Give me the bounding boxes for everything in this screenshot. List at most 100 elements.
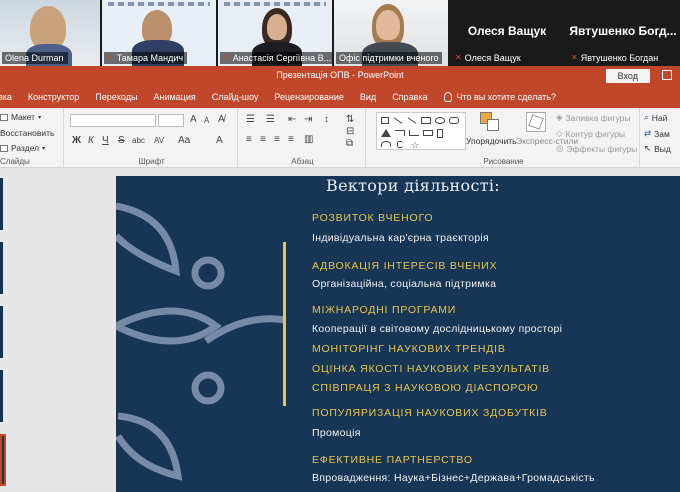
shape-outline-button[interactable]: ◇ Контур фигуры bbox=[556, 128, 625, 139]
shape-effects-button[interactable]: ◎ Эффекты фигуры bbox=[556, 143, 637, 154]
change-case-button[interactable]: Aa bbox=[178, 135, 190, 146]
quick-styles-icon[interactable] bbox=[526, 112, 546, 132]
video-strip: Olena Durman ✕ Тамара Мандич ✕ Анастасія С… bbox=[0, 0, 680, 66]
oval-shape-icon[interactable] bbox=[435, 117, 445, 124]
brace-shape-icon[interactable] bbox=[397, 141, 403, 148]
slide-thumbnail[interactable] bbox=[0, 306, 3, 358]
bullets-icon[interactable]: ☰ bbox=[246, 114, 255, 125]
video-tile-tamara[interactable]: ✕ Тамара Мандич bbox=[102, 0, 216, 66]
find-button[interactable]: ⌕ Най bbox=[644, 112, 667, 123]
justify-icon[interactable]: ≡ bbox=[288, 134, 294, 145]
participant-display-name: Явтушенко Богд... bbox=[569, 24, 677, 38]
tell-me-search[interactable]: Что вы хотите сделать? bbox=[436, 92, 556, 102]
indent-decrease-icon[interactable]: ⇤ bbox=[288, 114, 296, 125]
item-heading: АДВОКАЦІЯ ІНТЕРЕСІВ ВЧЕНИХ bbox=[312, 260, 498, 272]
font-size-input[interactable] bbox=[158, 114, 184, 127]
video-tile-yavtushenko[interactable]: Явтушенко Богд... ✕ Явтушенко Богдан bbox=[566, 0, 680, 66]
participant-name-tag: Офіс підтримки вченого bbox=[336, 52, 443, 64]
item-heading: ПОПУЛЯРИЗАЦІЯ НАУКОВИХ ЗДОБУТКІВ bbox=[312, 407, 548, 419]
select-button[interactable]: ↖ Выд bbox=[644, 143, 671, 154]
mic-off-icon: ✕ bbox=[455, 53, 462, 62]
align-right-icon[interactable]: ≡ bbox=[274, 134, 280, 145]
connector-shape-icon[interactable] bbox=[395, 130, 405, 136]
line-spacing-icon[interactable]: ↕ bbox=[324, 114, 329, 125]
italic-button[interactable]: К bbox=[88, 135, 94, 146]
star-shape-icon[interactable]: ☆ bbox=[411, 140, 419, 151]
editing-group: ⌕ Най ⇄ Зам ↖ Выд bbox=[642, 108, 680, 168]
triangle-shape-icon[interactable] bbox=[381, 129, 391, 137]
align-center-icon[interactable]: ≡ bbox=[260, 134, 266, 145]
leaf-ornament bbox=[116, 202, 286, 481]
font-name-input[interactable] bbox=[70, 114, 156, 127]
columns-icon[interactable]: ▥ bbox=[304, 134, 313, 145]
participant-name-tag: ✕ Олеся Ващук bbox=[455, 53, 521, 63]
clear-format-icon[interactable]: A̸ bbox=[218, 114, 225, 125]
arrange-button[interactable]: Упорядочить bbox=[466, 136, 517, 146]
indent-increase-icon[interactable]: ⇥ bbox=[304, 114, 312, 125]
shapes-gallery[interactable]: ☆ bbox=[376, 112, 466, 150]
lightbulb-icon bbox=[443, 92, 452, 102]
shrink-font-button[interactable]: A bbox=[204, 116, 209, 125]
rectangle-shape-icon[interactable] bbox=[421, 117, 431, 124]
text-direction-icon[interactable]: ⇅ bbox=[346, 114, 354, 125]
rounded-rect-shape-icon[interactable] bbox=[449, 117, 459, 124]
arrange-icon[interactable] bbox=[480, 112, 500, 132]
font-color-button[interactable]: A bbox=[216, 135, 223, 146]
slide[interactable]: Вектори діяльності: РОЗВИТОК ВЧЕНОГО Інд… bbox=[116, 176, 680, 492]
video-tile-anastasia[interactable]: ✕ Анастасія Сергіївна В... bbox=[218, 0, 332, 66]
underline-button[interactable]: Ч bbox=[102, 135, 109, 146]
tab-animations[interactable]: Анимация bbox=[145, 86, 203, 108]
tab-review[interactable]: Рецензирование bbox=[266, 86, 352, 108]
title-bar: Презентація ОПВ - PowerPoint Вход bbox=[0, 66, 680, 86]
replace-button[interactable]: ⇄ Зам bbox=[644, 128, 670, 139]
participant-name-tag: ✕ Тамара Мандич bbox=[104, 52, 188, 64]
slide-thumbnail[interactable] bbox=[0, 370, 3, 422]
dropdown-arrow-icon: ▾ bbox=[38, 114, 42, 121]
item-heading: РОЗВИТОК ВЧЕНОГО bbox=[312, 212, 434, 224]
align-left-icon[interactable]: ≡ bbox=[246, 134, 252, 145]
video-tile-olesia[interactable]: Олеся Ващук ✕ Олеся Ващук bbox=[450, 0, 564, 66]
slide-thumbnail-pane bbox=[0, 168, 34, 492]
char-spacing-button[interactable]: AV bbox=[154, 136, 164, 145]
group-label: Слайды bbox=[0, 157, 30, 166]
tab-view[interactable]: Вид bbox=[352, 86, 384, 108]
bold-button[interactable]: Ж bbox=[72, 135, 81, 146]
tab-design[interactable]: Конструктор bbox=[20, 86, 87, 108]
replace-icon: ⇄ bbox=[644, 128, 652, 138]
font-group: A A A̸ Ж К Ч S abc AV Aa A Шрифт bbox=[66, 108, 238, 168]
line-shape-icon[interactable] bbox=[393, 117, 403, 124]
numbering-icon[interactable]: ☰ bbox=[266, 114, 275, 125]
grow-font-button[interactable]: A bbox=[190, 114, 197, 125]
strikethrough-button[interactable]: S bbox=[118, 135, 125, 146]
cursor-icon: ↖ bbox=[644, 143, 652, 153]
section-button[interactable]: Раздел ▾ bbox=[0, 143, 45, 153]
curve-shape-icon[interactable] bbox=[381, 141, 391, 147]
slide-thumbnail[interactable] bbox=[0, 178, 3, 230]
signin-button[interactable]: Вход bbox=[605, 69, 650, 83]
video-tile-olena[interactable]: Olena Durman bbox=[0, 0, 100, 66]
group-label: Рисование bbox=[483, 157, 524, 166]
mic-off-icon: ✕ bbox=[107, 53, 114, 62]
arrow-right-shape-icon[interactable] bbox=[423, 130, 433, 136]
shadow-button[interactable]: abc bbox=[132, 136, 145, 145]
shape-fill-button[interactable]: ◈ Заливка фигуры bbox=[556, 112, 630, 123]
elbow-shape-icon[interactable] bbox=[409, 130, 419, 136]
slide-thumbnail-selected[interactable] bbox=[0, 434, 6, 486]
restore-window-icon[interactable] bbox=[662, 70, 672, 80]
tab-transitions[interactable]: Переходы bbox=[87, 86, 145, 108]
video-tile-office[interactable]: Офіс підтримки вченого bbox=[334, 0, 448, 66]
tab-help[interactable]: Справка bbox=[384, 86, 435, 108]
item-heading: ОЦІНКА ЯКОСТІ НАУКОВИХ РЕЗУЛЬТАТІВ bbox=[312, 363, 550, 375]
layout-button[interactable]: Макет ▾ bbox=[0, 112, 41, 122]
slide-thumbnail[interactable] bbox=[0, 242, 3, 294]
align-text-icon[interactable]: ⊟ bbox=[346, 126, 354, 137]
mic-off-icon: ✕ bbox=[223, 53, 230, 62]
arrow-shape-icon[interactable] bbox=[407, 117, 417, 124]
smartart-icon[interactable]: ⧉ bbox=[346, 138, 353, 149]
reset-button[interactable]: Восстановить bbox=[0, 128, 54, 138]
textbox-shape-icon[interactable] bbox=[381, 117, 389, 124]
tab-insert[interactable]: вка bbox=[0, 86, 20, 108]
arrow-down-shape-icon[interactable] bbox=[437, 129, 443, 138]
tab-slideshow[interactable]: Слайд-шоу bbox=[204, 86, 267, 108]
gold-divider-line bbox=[283, 242, 286, 406]
